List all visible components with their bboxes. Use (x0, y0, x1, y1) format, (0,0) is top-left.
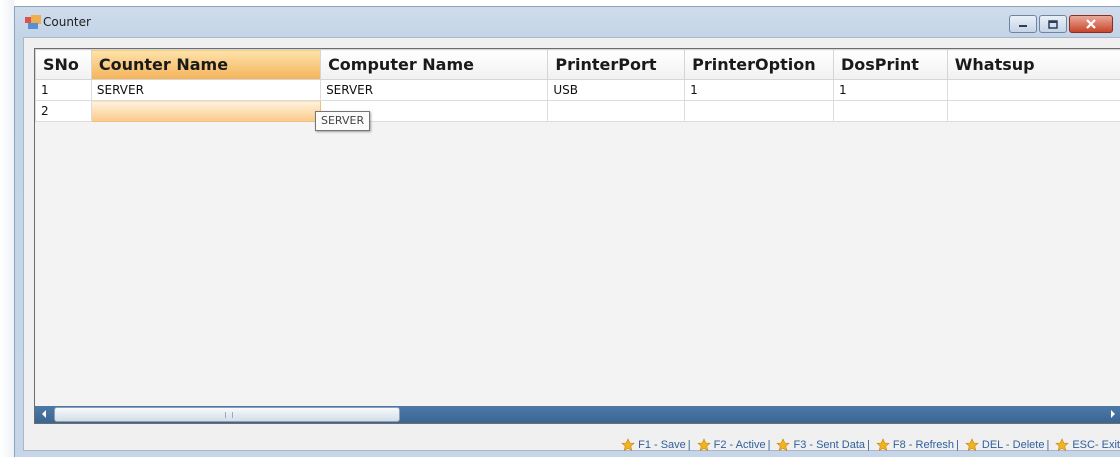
star-icon (696, 438, 711, 452)
minimize-button[interactable] (1009, 15, 1037, 33)
shortcut-delete[interactable]: DEL - Delete | (959, 438, 1049, 452)
cell-sno[interactable]: 2 (35, 100, 92, 122)
cell-tooltip: SERVER (315, 111, 371, 131)
star-icon (1055, 438, 1070, 452)
app-icon (25, 15, 41, 29)
counter-grid[interactable]: SNo Counter Name Computer Name PrinterPo… (34, 48, 1120, 424)
cell-sno[interactable]: 1 (35, 79, 92, 101)
window-title: Counter (43, 15, 91, 29)
shortcut-bar: F1 - Save | F2 - Active | F3 - Sent Data | … (615, 437, 1120, 453)
column-header-dos-print[interactable]: DosPrint (832, 49, 948, 80)
title-bar[interactable]: Counter (15, 7, 1120, 37)
shortcut-label: ESC- Exit (1072, 439, 1120, 451)
shortcut-label: F2 - Active (713, 439, 766, 451)
cell-printer-option[interactable]: 1 (684, 79, 834, 101)
chevron-right-icon (1110, 410, 1115, 418)
column-header-printer-port[interactable]: PrinterPort (547, 49, 686, 80)
star-icon (876, 438, 890, 452)
scroll-left-button[interactable] (35, 406, 52, 423)
shortcut-exit[interactable]: ESC- Exit (1049, 438, 1120, 452)
cell-computer-name[interactable]: SERVER (320, 79, 549, 101)
cell-dos-print[interactable]: 1 (832, 79, 948, 101)
shortcut-active[interactable]: F2 - Active | (691, 438, 770, 452)
star-icon (776, 438, 791, 452)
table-row[interactable]: 1 SERVER SERVER USB 1 1 (35, 79, 1120, 101)
cell-printer-option[interactable] (684, 100, 834, 122)
cell-whatsup[interactable] (946, 100, 1120, 122)
close-icon (1086, 19, 1096, 29)
cell-printer-port[interactable]: USB (547, 79, 686, 101)
shortcut-label: DEL - Delete (981, 439, 1045, 451)
column-header-computer-name[interactable]: Computer Name (320, 49, 549, 80)
cell-counter-name-active[interactable] (90, 100, 322, 122)
desktop-background (0, 0, 14, 457)
counter-window: Counter SNo Counter Name Computer Name P… (14, 6, 1120, 457)
table-row[interactable]: 2 (35, 100, 1120, 122)
shortcut-label: F8 - Refresh (892, 439, 955, 451)
maximize-button[interactable] (1039, 15, 1067, 33)
column-header-printer-option[interactable]: PrinterOption (684, 49, 834, 80)
scrollbar-thumb[interactable] (54, 407, 400, 422)
column-header-sno[interactable]: SNo (35, 49, 92, 80)
horizontal-scrollbar[interactable] (35, 406, 1120, 423)
cell-printer-port[interactable] (547, 100, 686, 122)
scroll-right-button[interactable] (1104, 406, 1120, 423)
star-icon (965, 438, 979, 452)
shortcut-sent-data[interactable]: F3 - Sent Data | (770, 438, 870, 452)
close-button[interactable] (1069, 15, 1113, 33)
grid-header-row: SNo Counter Name Computer Name PrinterPo… (35, 49, 1120, 80)
shortcut-label: F1 - Save (638, 439, 686, 451)
shortcut-label: F3 - Sent Data (793, 439, 866, 451)
scrollbar-grip (225, 412, 233, 418)
cell-dos-print[interactable] (832, 100, 948, 122)
shortcut-refresh[interactable]: F8 - Refresh | (870, 438, 959, 452)
grid-table: SNo Counter Name Computer Name PrinterPo… (35, 49, 1120, 122)
cell-whatsup[interactable] (946, 79, 1120, 101)
column-header-whatsup[interactable]: Whatsup (946, 49, 1120, 80)
minimize-icon (1019, 25, 1027, 27)
column-header-counter-name[interactable]: Counter Name (90, 49, 322, 80)
shortcut-save[interactable]: F1 - Save | (615, 438, 691, 452)
chevron-left-icon (41, 410, 46, 418)
cell-counter-name[interactable]: SERVER (90, 79, 322, 101)
client-area: SNo Counter Name Computer Name PrinterPo… (23, 37, 1120, 453)
maximize-icon (1048, 19, 1058, 29)
star-icon (621, 438, 635, 452)
